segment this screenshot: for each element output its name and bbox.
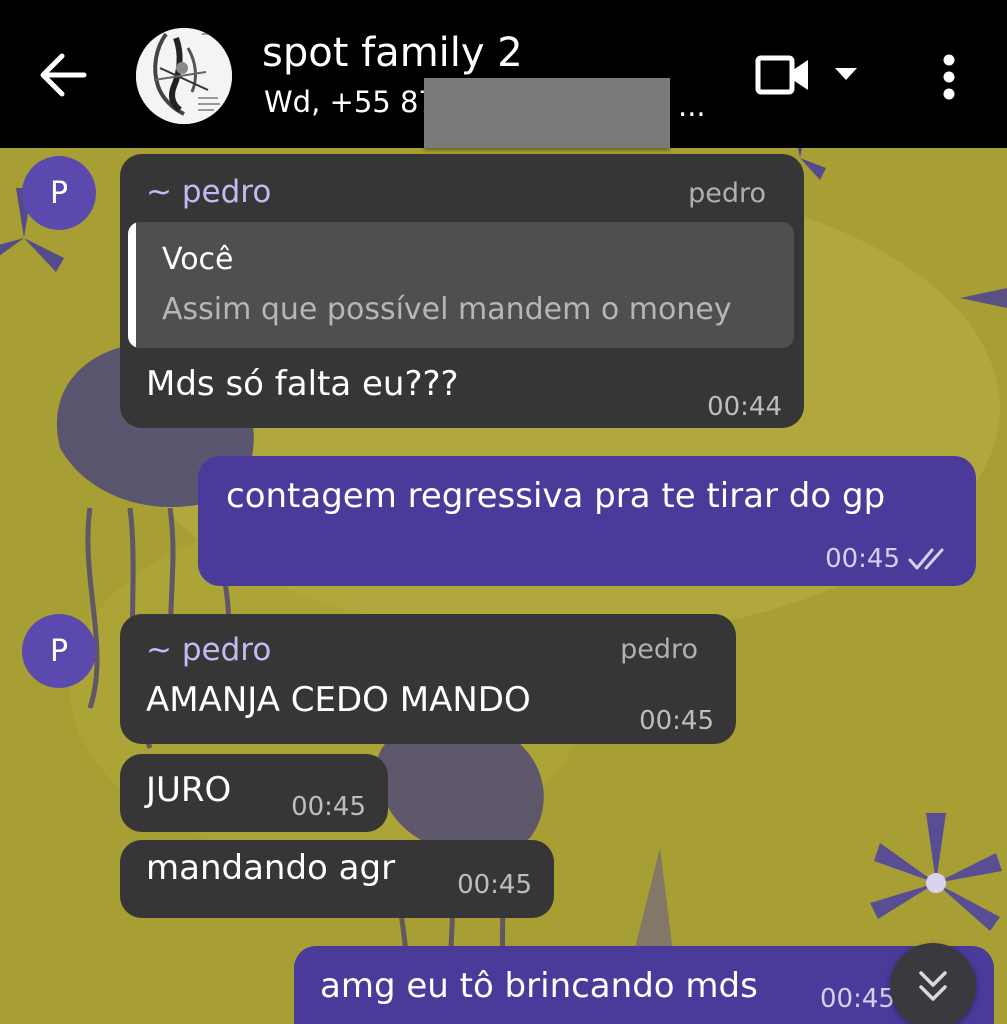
quoted-message[interactable]: Você Assim que possível mandem o money [128, 222, 794, 348]
message-text: JURO [146, 770, 232, 810]
message-bubble[interactable]: ~ pedro pedro Você Assim que possível ma… [120, 154, 804, 428]
message-time: 00:45 [820, 984, 895, 1014]
double-chevron-down-icon [919, 971, 947, 1001]
sender-name[interactable]: ~ pedro [146, 172, 271, 212]
message-text: mandando agr [146, 848, 396, 888]
scroll-to-bottom-button[interactable] [890, 943, 976, 1024]
quote-text: Assim que possível mandem o money [162, 292, 732, 327]
overflow-menu-button[interactable] [926, 46, 972, 108]
message-bubble-outgoing[interactable]: amg eu tô brincando mds 00:45 [294, 946, 994, 1024]
quote-bar [128, 222, 136, 348]
message-bubble[interactable]: JURO 00:45 [120, 754, 388, 832]
group-avatar[interactable] [136, 28, 232, 124]
caret-down-icon [835, 68, 857, 80]
message-time: 00:45 [291, 792, 366, 822]
message-time: 00:45 [825, 544, 900, 574]
more-vertical-icon [943, 54, 955, 100]
chat-header: spot family 2 Wd, +55 87 ... [0, 0, 1007, 148]
message-text: contagem regressiva pra te tirar do gp [226, 476, 886, 516]
chat-title[interactable]: spot family 2 [262, 28, 523, 78]
participants-ellipsis: ... [678, 89, 706, 123]
video-camera-icon [755, 55, 808, 95]
quote-author: Você [162, 242, 234, 277]
sender-avatar[interactable]: P [22, 156, 96, 230]
video-call-button[interactable] [752, 50, 814, 100]
chat-screen: spot family 2 Wd, +55 87 ... P ~ pedro p… [0, 0, 1007, 1024]
group-avatar-image [136, 28, 232, 124]
arrow-left-icon [40, 53, 87, 97]
sender-name[interactable]: ~ pedro [146, 630, 271, 670]
sender-tag: pedro [688, 178, 766, 209]
chat-participants[interactable]: Wd, +55 87 [264, 82, 437, 122]
double-check-icon [908, 548, 944, 570]
avatar-letter: P [49, 175, 69, 211]
message-bubble[interactable]: ~ pedro pedro AMANJA CEDO MANDO 00:45 [120, 614, 736, 744]
message-text: Mds só falta eu??? [146, 364, 459, 404]
sender-avatar[interactable]: P [22, 614, 96, 688]
message-text: AMANJA CEDO MANDO [146, 680, 531, 720]
back-button[interactable] [28, 40, 98, 110]
message-time: 00:45 [639, 706, 714, 736]
message-list[interactable]: P ~ pedro pedro Você Assim que possível … [0, 148, 1007, 1024]
call-options-dropdown[interactable] [828, 56, 864, 92]
message-time: 00:44 [707, 392, 782, 422]
message-text: amg eu tô brincando mds [320, 966, 758, 1006]
message-time: 00:45 [457, 870, 532, 900]
sender-tag: pedro [620, 634, 698, 665]
avatar-letter: P [49, 633, 69, 669]
redaction-box [424, 78, 670, 148]
message-bubble[interactable]: mandando agr 00:45 [120, 840, 554, 918]
message-bubble-outgoing[interactable]: contagem regressiva pra te tirar do gp 0… [198, 456, 976, 586]
